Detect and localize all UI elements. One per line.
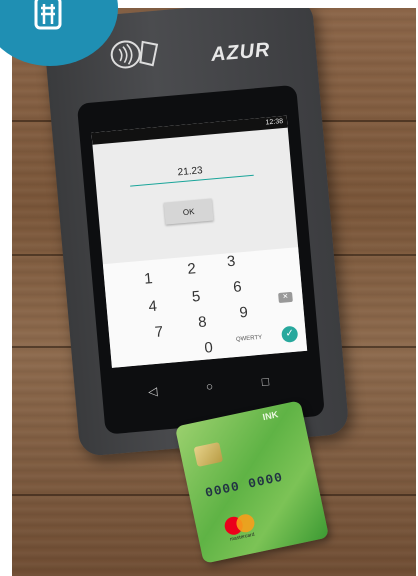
numeric-keypad: 1 2 3 4 5 6 7 8 9 0 ✕ QWERTY ✓ [102, 247, 308, 368]
key-4[interactable]: 4 [142, 297, 163, 316]
pos-terminal: AZUR 12:38 21.23 OK 1 2 3 4 5 6 7 8 9 0 [42, 8, 350, 457]
qwerty-toggle[interactable]: QWERTY [236, 335, 263, 343]
back-icon[interactable]: ◁ [148, 384, 158, 399]
android-navbar: ◁ ○ □ [113, 367, 310, 408]
key-1[interactable]: 1 [138, 270, 159, 289]
key-0[interactable]: 0 [198, 339, 219, 358]
key-7[interactable]: 7 [148, 323, 169, 342]
photo-scene: AZUR 12:38 21.23 OK 1 2 3 4 5 6 7 8 9 0 [12, 8, 416, 576]
amount-field[interactable]: 21.23 [135, 162, 246, 183]
contactless-icon [110, 40, 159, 69]
home-icon[interactable]: ○ [205, 379, 213, 394]
key-9[interactable]: 9 [233, 303, 254, 322]
key-3[interactable]: 3 [220, 252, 241, 271]
card-chip [193, 441, 224, 467]
key-8[interactable]: 8 [192, 313, 213, 332]
terminal-display: 12:38 21.23 OK 1 2 3 4 5 6 7 8 9 0 ✕ QWE… [91, 115, 308, 368]
card-number: 0000 0000 [203, 469, 285, 501]
status-bar: 12:38 [91, 115, 288, 145]
pos-terminal-icon [28, 0, 68, 36]
key-6[interactable]: 6 [227, 278, 248, 297]
ok-button[interactable]: OK [163, 198, 214, 225]
terminal-brand-logo: AZUR [210, 38, 272, 66]
card-bank-text: INK [261, 409, 279, 423]
key-5[interactable]: 5 [185, 287, 206, 306]
backspace-icon[interactable]: ✕ [278, 291, 293, 304]
screen-bezel: 12:38 21.23 OK 1 2 3 4 5 6 7 8 9 0 ✕ QWE… [76, 84, 325, 435]
recents-icon[interactable]: □ [261, 374, 269, 389]
status-time: 12:38 [265, 118, 284, 127]
confirm-check-icon[interactable]: ✓ [281, 325, 299, 343]
key-2[interactable]: 2 [181, 260, 202, 279]
mastercard-logo-icon: mastercard [224, 514, 255, 543]
